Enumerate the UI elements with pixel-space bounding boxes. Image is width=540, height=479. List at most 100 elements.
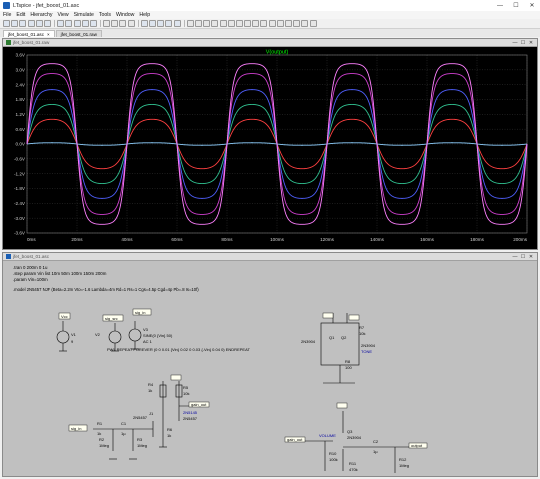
net-gain-out-label: gain_out (191, 402, 207, 407)
rotate-icon[interactable] (285, 20, 292, 27)
tab-waveform[interactable]: jfet_boost_01.raw (55, 30, 102, 37)
menu-help[interactable]: Help (139, 12, 150, 18)
r4-name: R4 (148, 382, 154, 387)
c1-value: 1µ (121, 431, 126, 436)
menu-edit[interactable]: Edit (16, 12, 25, 18)
schematic-close-button[interactable]: ✕ (527, 254, 535, 260)
zoom-in-icon[interactable] (57, 20, 65, 27)
net-output-label: output (411, 443, 423, 448)
directive-step[interactable]: .step param Vin list 10m 50m 100m 150m 2… (13, 271, 107, 276)
r2-value: 1Meg (99, 443, 109, 448)
new-schematic-icon[interactable] (3, 20, 10, 27)
text-icon[interactable] (301, 20, 309, 27)
waveform-minimize-button[interactable]: — (511, 40, 519, 46)
menu-file[interactable]: File (3, 12, 11, 18)
ground-icon[interactable] (194, 20, 202, 27)
r1-value: 1k (97, 431, 101, 436)
j2-note: 2N5145 (183, 410, 198, 415)
tab-close-icon[interactable]: × (47, 32, 50, 37)
minimize-button[interactable]: — (492, 0, 508, 11)
waveform-plot[interactable]: V(output) 3.6V 3.0V 2.4V 1.8V 1.2V 0.6V 0.0V -0.… (3, 47, 537, 249)
v2-value: SINE(0 {Vin} 50) (143, 333, 173, 338)
label-net-icon[interactable] (203, 20, 211, 27)
zoom-out-icon[interactable] (73, 20, 81, 27)
control-panel-icon[interactable] (27, 20, 35, 27)
directive-param[interactable]: .param Vin=100m (13, 277, 48, 282)
waveform-close-button[interactable]: ✕ (527, 40, 535, 46)
r8-name: R8 (345, 359, 351, 364)
zoom-fit-icon[interactable] (81, 20, 89, 27)
y-tick-label: -3.0V (14, 216, 26, 221)
schematic-maximize-button[interactable]: ☐ (519, 254, 527, 260)
drag-icon[interactable] (260, 20, 268, 27)
menu-tools[interactable]: Tools (99, 12, 111, 18)
q1-model: 2N3904 (301, 339, 316, 344)
wire-icon[interactable] (186, 20, 194, 27)
q3-model: 2N3904 (347, 435, 362, 440)
maximize-button[interactable]: ☐ (508, 0, 524, 11)
open-icon[interactable] (11, 20, 19, 27)
copy-icon[interactable] (149, 20, 156, 27)
q2-name: Q2 (341, 335, 347, 340)
x-tick-label: 180ms (470, 237, 484, 242)
net-sig-in-label: sig_in (135, 310, 145, 315)
redo-icon[interactable] (276, 20, 284, 27)
print-icon[interactable] (173, 20, 181, 27)
directive-model[interactable]: .model 2N5457 NJF (Beta=2.2m Vto=-1.6 La… (13, 287, 199, 292)
tile-horizontal-icon[interactable] (111, 20, 119, 27)
waveform-maximize-button[interactable]: ☐ (519, 40, 527, 46)
menu-bar: File Edit Hierarchy View Simulate Tools … (0, 11, 540, 19)
halt-icon[interactable] (43, 20, 51, 27)
y-tick-label: 3.6V (16, 53, 26, 58)
run-icon[interactable] (35, 20, 43, 27)
y-tick-label: 2.4V (16, 82, 26, 87)
schematic-canvas[interactable]: .tran 0 200m 0 1u .step param Vin list 1… (3, 261, 537, 476)
undo-icon[interactable] (268, 20, 276, 27)
resistor-icon[interactable] (211, 20, 219, 27)
r4-value: 1k (148, 388, 152, 393)
y-tick-label: 0.6V (16, 127, 26, 132)
component-icon[interactable] (244, 20, 252, 27)
close-button[interactable]: ✕ (524, 0, 540, 11)
v1-value: 9 (71, 339, 74, 344)
close-window-icon[interactable] (127, 20, 135, 27)
toolbar (0, 19, 540, 29)
spice-directive-icon[interactable] (309, 20, 317, 27)
cut-icon[interactable] (140, 20, 148, 27)
tab-schematic[interactable]: jfet_boost_01.asc × (3, 30, 55, 37)
r12-value: 1Meg (399, 463, 409, 468)
r6-value: 1k (167, 433, 171, 438)
j1-name: J1 (149, 411, 154, 416)
save-icon[interactable] (19, 20, 27, 27)
net-vcc-label: Vcc (61, 314, 68, 319)
r11-name: R11 (349, 461, 357, 466)
y-tick-label: 1.8V (16, 97, 26, 102)
directive-tran[interactable]: .tran 0 200m 0 1u (13, 265, 48, 270)
move-icon[interactable] (252, 20, 260, 27)
mirror-icon[interactable] (293, 20, 301, 27)
diode-icon[interactable] (235, 20, 243, 27)
menu-hierarchy[interactable]: Hierarchy (30, 12, 52, 18)
waveform-window: jfet_boost_01.raw — ☐ ✕ V(output) 3.6V 3.0… (2, 38, 538, 250)
inductor-icon[interactable] (227, 20, 235, 27)
pan-icon[interactable] (65, 20, 73, 27)
pwl-directive[interactable]: PWL REPEAT FOREVER (0 0 0.01 {Vin} 0.02 … (107, 347, 250, 352)
cascade-icon[interactable] (119, 20, 127, 27)
menu-window[interactable]: Window (116, 12, 134, 18)
menu-simulate[interactable]: Simulate (74, 12, 94, 18)
y-tick-label: 1.2V (16, 112, 26, 117)
v3-name: V3 (143, 327, 149, 332)
find-icon[interactable] (165, 20, 173, 27)
y-tick-label: -1.8V (14, 186, 26, 191)
r1-name: R1 (97, 421, 103, 426)
capacitor-icon[interactable] (219, 20, 227, 27)
schematic-icon (6, 254, 11, 259)
paste-icon[interactable] (157, 20, 165, 27)
schematic-minimize-button[interactable]: — (511, 254, 519, 260)
x-tick-label: 0ms (27, 237, 36, 242)
autorange-icon[interactable] (89, 20, 97, 27)
menu-view[interactable]: View (58, 12, 69, 18)
tile-vertical-icon[interactable] (103, 20, 111, 27)
q1-name: Q1 (329, 335, 335, 340)
v1-name: V1 (71, 332, 77, 337)
